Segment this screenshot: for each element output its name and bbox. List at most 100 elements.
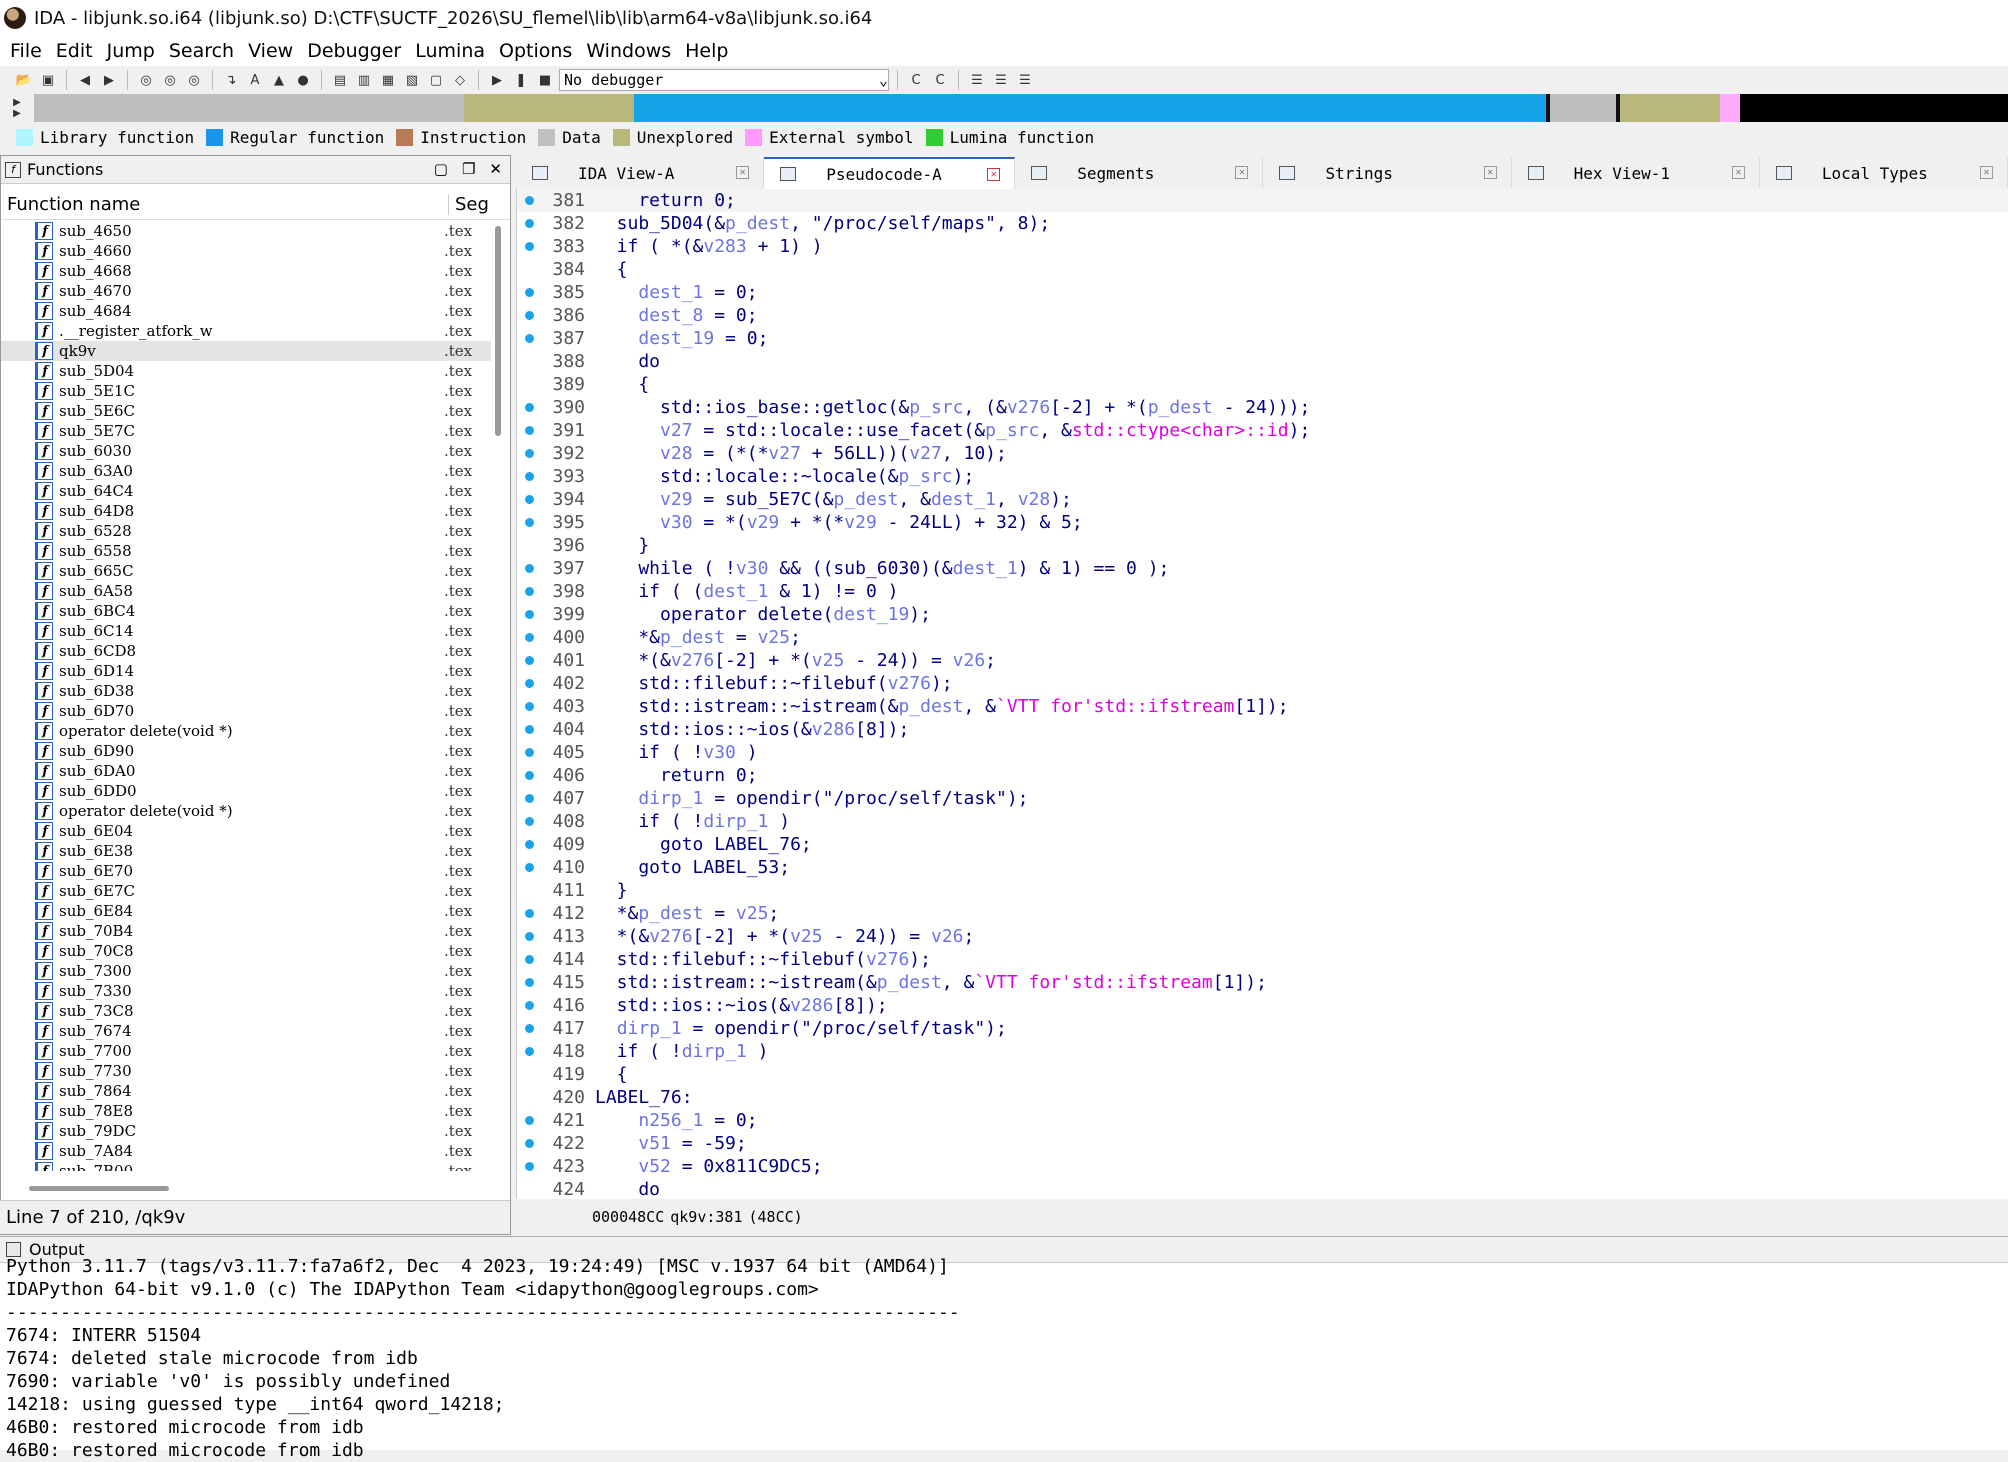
close-icon[interactable]: ✕ (1731, 166, 1745, 179)
function-row[interactable]: f sub_7730 .tex (1, 1061, 491, 1081)
breakpoint-gutter[interactable] (517, 288, 541, 297)
code-line[interactable]: 420 LABEL_76: (517, 1086, 2008, 1109)
float-icon[interactable]: ❐ (462, 160, 475, 178)
code-line[interactable]: 408 if ( !dirp_1 ) (517, 810, 2008, 833)
code-line[interactable]: 409 goto LABEL_76; (517, 833, 2008, 856)
struct-icon[interactable]: ◇ (450, 70, 470, 90)
code-line[interactable]: 421 n256_1 = 0; (517, 1109, 2008, 1132)
code-line[interactable]: 411 } (517, 879, 2008, 902)
menu-search[interactable]: Search (165, 40, 244, 62)
breakpoint-gutter[interactable] (517, 196, 541, 205)
code-line[interactable]: 419 { (517, 1063, 2008, 1086)
code-line[interactable]: 387 dest_19 = 0; (517, 327, 2008, 350)
breakpoint-gutter[interactable] (517, 633, 541, 642)
function-row[interactable]: f sub_6DA0 .tex (1, 761, 491, 781)
function-row[interactable]: f sub_7300 .tex (1, 961, 491, 981)
breakpoint-gutter[interactable] (517, 403, 541, 412)
tab-hex-view-1[interactable]: Hex View-1 ✕ (1512, 157, 1760, 189)
code-line[interactable]: 417 dirp_1 = opendir("/proc/self/task"); (517, 1017, 2008, 1040)
menu-edit[interactable]: Edit (52, 40, 103, 62)
code-line[interactable]: 402 std::filebuf::~filebuf(v276); (517, 672, 2008, 695)
navigator-scroll[interactable]: ▶ ▶ (0, 94, 34, 122)
code-line[interactable]: 415 std::istream::~istream(&p_dest, &`VT… (517, 971, 2008, 994)
breakpoint-gutter[interactable] (517, 518, 541, 527)
code-line[interactable]: 394 v29 = sub_5E7C(&p_dest, &dest_1, v28… (517, 488, 2008, 511)
function-row[interactable]: f sub_70B4 .tex (1, 921, 491, 941)
code-line[interactable]: 405 if ( !v30 ) (517, 741, 2008, 764)
menu-view[interactable]: View (244, 40, 303, 62)
breakpoint-gutter[interactable] (517, 702, 541, 711)
nav-left-icon[interactable]: ▶ (13, 97, 21, 108)
breakpoint-gutter[interactable] (517, 219, 541, 228)
text-color-icon[interactable]: A (245, 70, 265, 90)
close-icon[interactable]: ✕ (736, 166, 750, 179)
code-line[interactable]: 413 *(&v276[-2] + *(v25 - 24)) = v26; (517, 925, 2008, 948)
save-icon[interactable]: ▣ (38, 70, 58, 90)
code-line[interactable]: 422 v51 = -59; (517, 1132, 2008, 1155)
nav-right-icon[interactable]: ▶ (13, 108, 21, 119)
function-row[interactable]: f sub_4670 .tex (1, 281, 491, 301)
function-row[interactable]: f sub_7A84 .tex (1, 1141, 491, 1161)
function-row[interactable]: f sub_7864 .tex (1, 1081, 491, 1101)
code-line[interactable]: 390 std::ios_base::getloc(&p_src, (&v276… (517, 396, 2008, 419)
text-search-icon[interactable]: ◎ (160, 70, 180, 90)
debugger-select[interactable]: No debugger ⌄ (559, 69, 889, 91)
breakpoint-gutter[interactable] (517, 840, 541, 849)
code-line[interactable]: 412 *&p_dest = v25; (517, 902, 2008, 925)
code-line[interactable]: 398 if ( (dest_1 & 1) != 0 ) (517, 580, 2008, 603)
code-line[interactable]: 423 v52 = 0x811C9DC5; (517, 1155, 2008, 1178)
start-debugger-icon[interactable]: ▶ (487, 70, 507, 90)
function-row[interactable]: f sub_6E04 .tex (1, 821, 491, 841)
function-row[interactable]: f sub_78E8 .tex (1, 1101, 491, 1121)
menu-options[interactable]: Options (495, 40, 582, 62)
close-icon[interactable]: ✕ (489, 160, 502, 178)
function-row[interactable]: f operator delete(void *) .tex (1, 801, 491, 821)
code-line[interactable]: 404 std::ios::~ios(&v286[8]); (517, 718, 2008, 741)
string-icon[interactable]: ▦ (378, 70, 398, 90)
breakpoint-gutter[interactable] (517, 978, 541, 987)
code-line[interactable]: 403 std::istream::~istream(&p_dest, &`VT… (517, 695, 2008, 718)
binary-search-icon[interactable]: ◎ (136, 70, 156, 90)
breakpoint-gutter[interactable] (517, 587, 541, 596)
breakpoint-gutter[interactable] (517, 771, 541, 780)
function-row[interactable]: f sub_5E1C .tex (1, 381, 491, 401)
breakpoint-gutter[interactable] (517, 863, 541, 872)
menu-windows[interactable]: Windows (582, 40, 681, 62)
code-line[interactable]: 397 while ( !v30 && ((sub_6030)(&dest_1)… (517, 557, 2008, 580)
repeat-comment-icon[interactable]: C (930, 70, 950, 90)
breakpoint-gutter[interactable] (517, 1024, 541, 1033)
graph-icon[interactable]: ▲ (269, 70, 289, 90)
breakpoint-gutter[interactable] (517, 311, 541, 320)
code-line[interactable]: 414 std::filebuf::~filebuf(v276); (517, 948, 2008, 971)
breakpoint-gutter[interactable] (517, 748, 541, 757)
code-line[interactable]: 381 return 0; (517, 189, 2008, 212)
function-row[interactable]: f sub_6E70 .tex (1, 861, 491, 881)
code-line[interactable]: 406 return 0; (517, 764, 2008, 787)
function-row[interactable]: f sub_6E7C .tex (1, 881, 491, 901)
breakpoint-gutter[interactable] (517, 564, 541, 573)
list-add-icon[interactable]: ☰ (991, 70, 1011, 90)
code-line[interactable]: 399 operator delete(dest_19); (517, 603, 2008, 626)
data-icon[interactable]: ▥ (354, 70, 374, 90)
code-line[interactable]: 407 dirp_1 = opendir("/proc/self/task"); (517, 787, 2008, 810)
breakpoint-gutter[interactable] (517, 725, 541, 734)
function-row[interactable]: f sub_5D04 .tex (1, 361, 491, 381)
output-log[interactable]: Python 3.11.7 (tags/v3.11.7:fa7a6f2, Dec… (0, 1255, 2008, 1462)
function-row[interactable]: f sub_73C8 .tex (1, 1001, 491, 1021)
code-line[interactable]: 385 dest_1 = 0; (517, 281, 2008, 304)
tab-strings[interactable]: Strings ✕ (1263, 157, 1512, 189)
breakpoint-gutter[interactable] (517, 1116, 541, 1125)
list-icon[interactable]: ☰ (967, 70, 987, 90)
breakpoint-gutter[interactable] (517, 242, 541, 251)
breakpoint-gutter[interactable] (517, 1001, 541, 1010)
code-line[interactable]: 382 sub_5D04(&p_dest, "/proc/self/maps",… (517, 212, 2008, 235)
functions-list[interactable]: f sub_4650 .tex f sub_4660 .tex f sub_4668 .tex f… (1, 221, 491, 1171)
code-line[interactable]: 424 do (517, 1178, 2008, 1199)
breakpoint-gutter[interactable] (517, 472, 541, 481)
breakpoint-gutter[interactable] (517, 610, 541, 619)
menu-help[interactable]: Help (681, 40, 738, 62)
function-row[interactable]: f sub_6D14 .tex (1, 661, 491, 681)
open-icon[interactable]: 📂 (14, 70, 34, 90)
tab-pseudocode-a[interactable]: Pseudocode-A ✕ (764, 157, 1016, 189)
code-line[interactable]: 396 } (517, 534, 2008, 557)
